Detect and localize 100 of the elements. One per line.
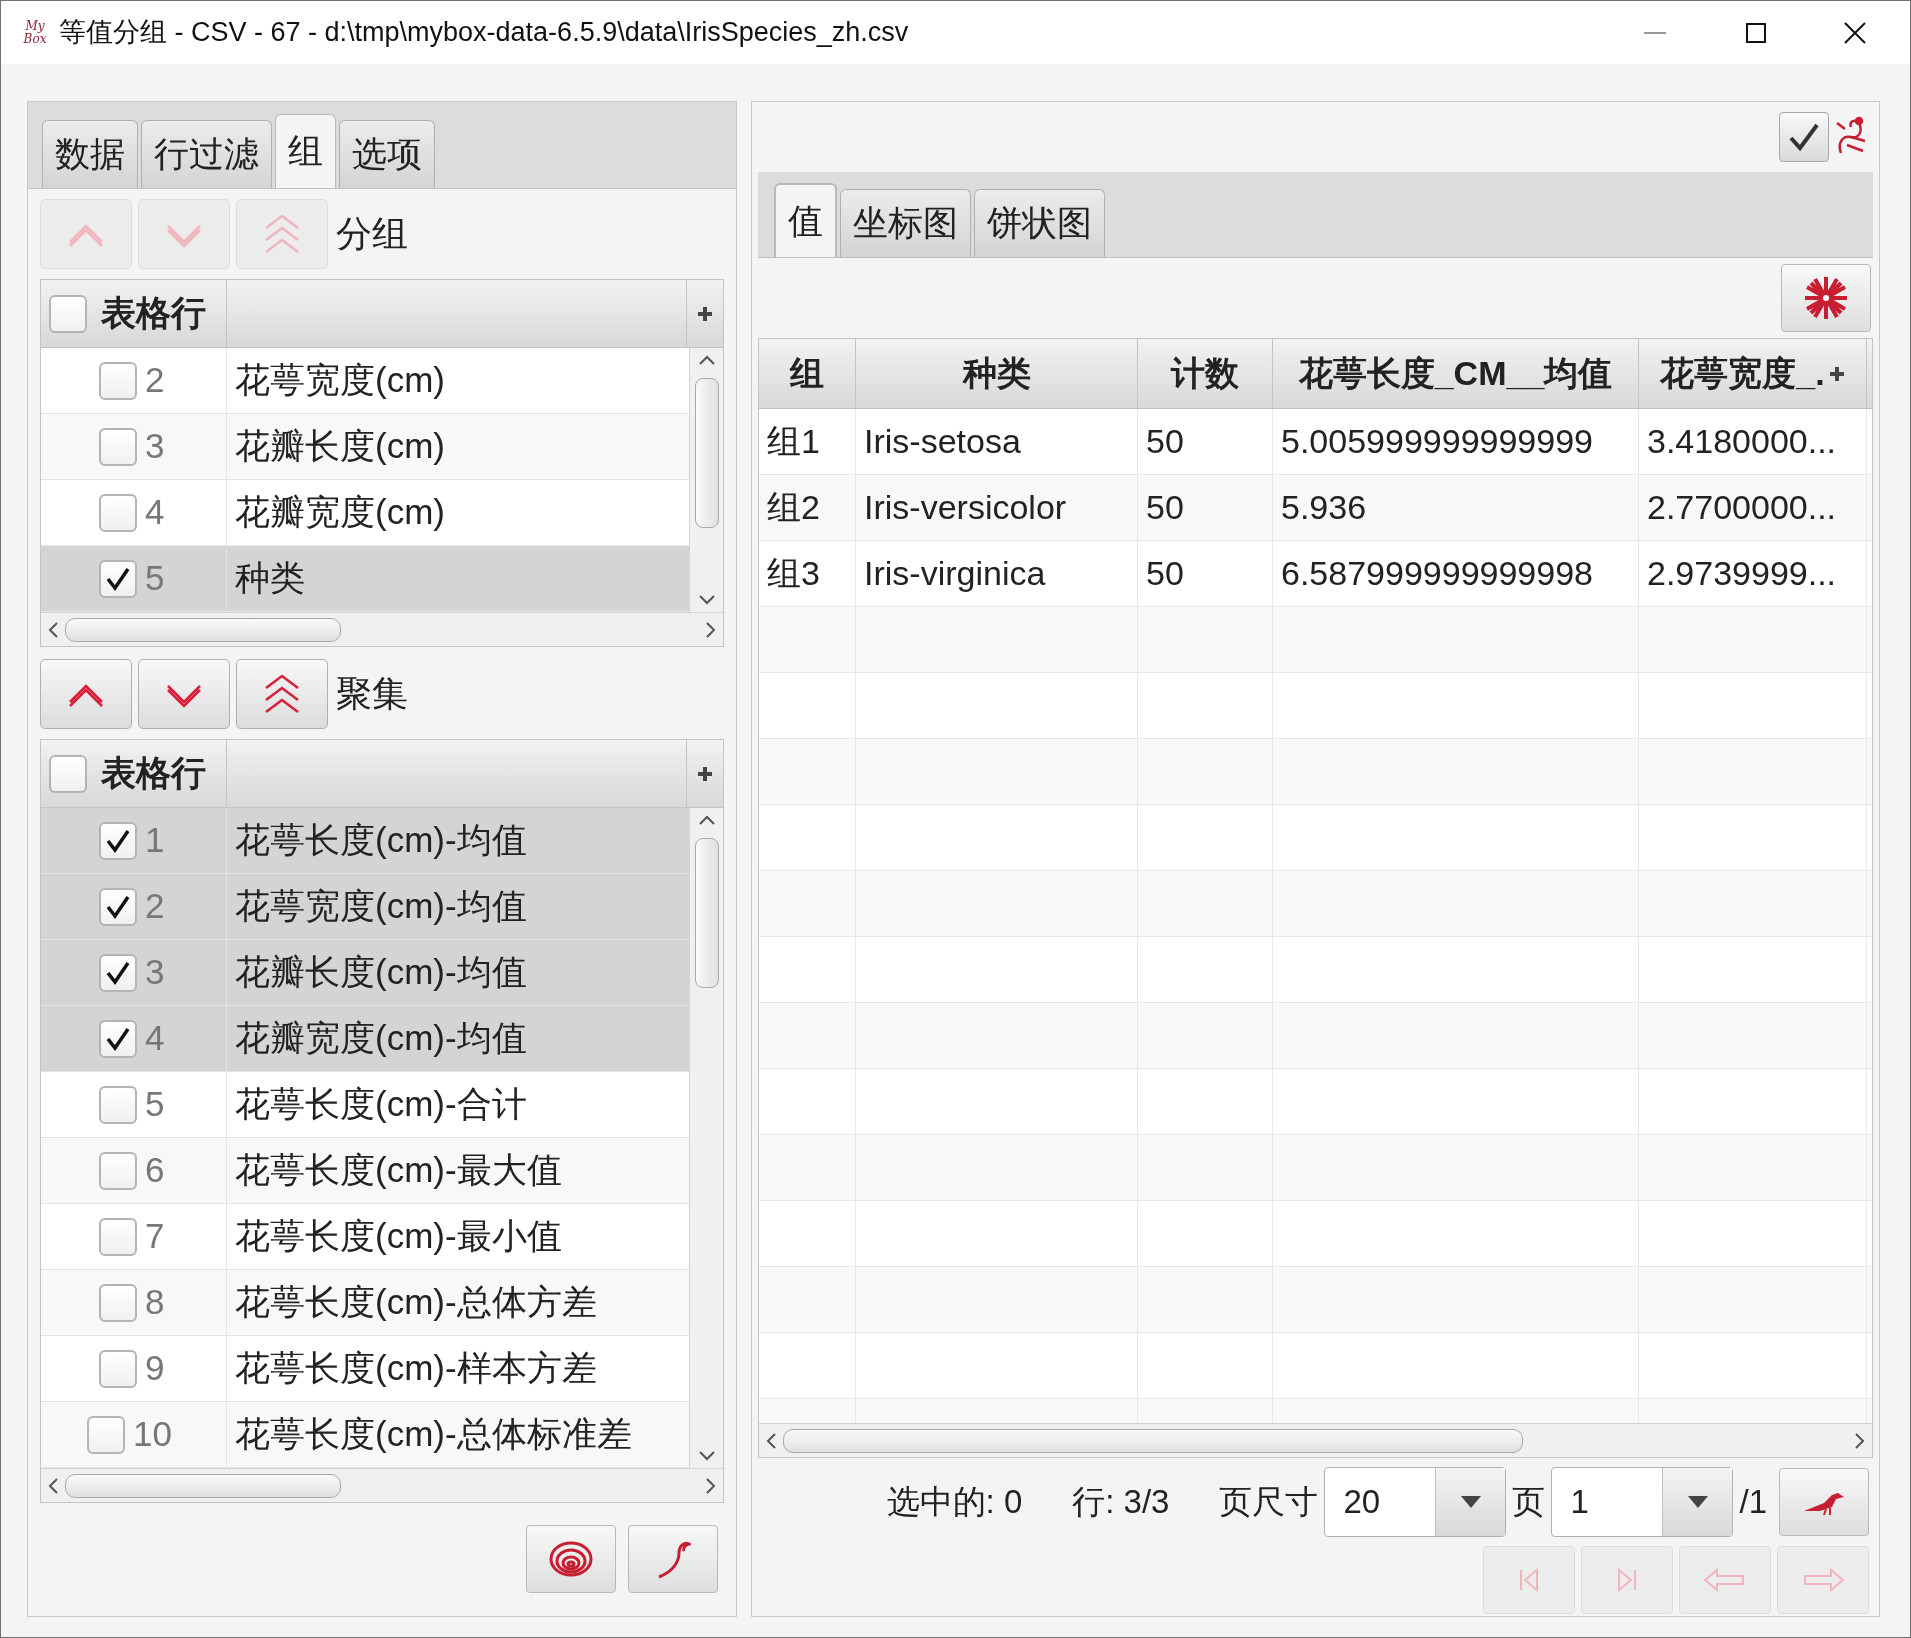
table-cell-text: 花瓣宽度(cm)-均值 [235, 1017, 527, 1060]
row-count: 行: 3/3 [1072, 1482, 1170, 1523]
table-cell-text: 组1 [767, 421, 820, 462]
checkbox[interactable] [99, 821, 137, 860]
check-icon [105, 565, 131, 592]
plus-icon[interactable] [697, 765, 713, 782]
table-cell-text: 组3 [767, 553, 820, 594]
scroll-right-icon[interactable] [705, 1476, 717, 1495]
scroll-thumb[interactable] [694, 378, 719, 528]
column-header[interactable]: 计数 [1171, 348, 1239, 399]
plus-icon[interactable] [697, 305, 713, 322]
column-header[interactable]: 花萼长度_CM__均值 [1298, 348, 1613, 399]
flower-icon [1803, 275, 1849, 321]
plus-icon[interactable] [1828, 365, 1845, 382]
tab[interactable]: 饼状图 [974, 189, 1105, 257]
table-cell-text: Iris-setosa [864, 421, 1021, 462]
column-header[interactable]: 花萼宽度_. [1660, 348, 1825, 399]
scroll-up-icon[interactable] [697, 354, 716, 366]
table-cell-text: 花萼长度(cm)-样本方差 [235, 1347, 597, 1390]
move-up-button[interactable] [40, 659, 132, 729]
table-cell-text: 花萼长度(cm)-最小值 [235, 1215, 562, 1258]
table-cell-text: 花萼长度(cm)-总体方差 [235, 1281, 597, 1324]
tab[interactable]: 组 [275, 114, 336, 188]
table-cell-text: 组2 [767, 487, 820, 528]
scroll-down-icon[interactable] [697, 594, 716, 606]
row-number: 5 [145, 1083, 166, 1126]
table-cell-text: 种类 [235, 557, 305, 600]
checkbox[interactable] [99, 887, 137, 926]
swirl-button[interactable] [628, 1525, 718, 1593]
row-number: 7 [145, 1215, 166, 1258]
go-button[interactable] [1779, 1468, 1869, 1536]
section-label: 分组 [336, 212, 408, 256]
checkbox[interactable] [99, 1151, 137, 1190]
right-arrow-icon [1801, 1568, 1845, 1592]
scroll-down-icon[interactable] [697, 1450, 716, 1462]
table-cell-text: Iris-virginica [864, 553, 1046, 594]
checkbox[interactable] [99, 1283, 137, 1322]
move-top-button[interactable] [236, 659, 328, 729]
checkbox[interactable] [49, 754, 87, 793]
page-dropdown[interactable]: 1 [1551, 1467, 1734, 1537]
tab[interactable]: 行过滤 [141, 120, 272, 188]
table-cell-text: 花瓣宽度(cm) [235, 491, 445, 534]
table-cell-text: 6.587999999999998 [1281, 553, 1593, 594]
check-icon [1788, 122, 1820, 152]
last-page-icon [1615, 1568, 1639, 1592]
scroll-up-icon[interactable] [697, 814, 716, 826]
page-total: /1 [1739, 1482, 1767, 1523]
logo: My Box [22, 17, 48, 48]
maximize-icon[interactable] [1746, 22, 1766, 43]
table-cell-text: 5.936 [1281, 487, 1367, 528]
scroll-left-icon[interactable] [47, 1476, 59, 1495]
check-icon [105, 893, 131, 920]
row-number: 4 [145, 491, 166, 534]
tab[interactable]: 选项 [339, 120, 435, 188]
dropdown-arrow-icon [1687, 1496, 1708, 1508]
table-cell-text: 花萼宽度(cm)-均值 [235, 885, 527, 928]
tab[interactable]: 值 [774, 183, 837, 257]
table-cell-text: 50 [1146, 487, 1184, 528]
page-size-label: 页尺寸 [1219, 1482, 1319, 1523]
close-icon[interactable] [1844, 21, 1866, 44]
tab[interactable]: 坐标图 [840, 189, 971, 257]
table-cell-text: Iris-versicolor [864, 487, 1067, 528]
spiral-button[interactable] [526, 1525, 616, 1593]
row-number: 3 [145, 951, 166, 994]
checkbox[interactable] [99, 1085, 137, 1124]
checkbox[interactable] [99, 1217, 137, 1256]
scroll-thumb[interactable] [65, 1473, 341, 1498]
scroll-left-icon[interactable] [47, 620, 59, 639]
scroll-right-icon[interactable] [705, 620, 717, 639]
checkbox[interactable] [99, 953, 137, 992]
spiral-icon [549, 1541, 593, 1577]
tab[interactable]: 数据 [42, 120, 138, 188]
column-header: 表格行 [101, 292, 206, 335]
scroll-thumb[interactable] [783, 1428, 1523, 1453]
confirm-button[interactable] [1779, 112, 1829, 162]
table-cell-text: 50 [1146, 553, 1184, 594]
table-cell-text: 花萼长度(cm)-均值 [235, 819, 527, 862]
table-cell-text: 花萼长度(cm)-合计 [235, 1083, 527, 1126]
table-cell-text: 花瓣长度(cm) [235, 425, 445, 468]
page-size-dropdown[interactable]: 20 [1324, 1467, 1507, 1537]
table-cell-text: 3.4180000... [1647, 421, 1837, 462]
scroll-left-icon[interactable] [765, 1431, 777, 1450]
column-header[interactable]: 组 [790, 348, 824, 399]
checkbox[interactable] [99, 1349, 137, 1388]
checkbox[interactable] [87, 1415, 125, 1454]
scroll-thumb[interactable] [694, 838, 719, 988]
column-header[interactable]: 种类 [962, 348, 1031, 399]
scroll-right-icon[interactable] [1854, 1431, 1866, 1450]
checkbox[interactable] [99, 1019, 137, 1058]
table-cell-text: 5.005999999999999 [1281, 421, 1593, 462]
table-cell-text: 花萼长度(cm)-总体标准差 [235, 1413, 632, 1456]
scroll-thumb[interactable] [65, 617, 341, 642]
row-number: 5 [145, 557, 166, 600]
page-label: 页 [1512, 1482, 1546, 1523]
table-cell-text: 50 [1146, 421, 1184, 462]
row-number: 4 [145, 1017, 166, 1060]
dropdown-arrow-icon [1460, 1496, 1481, 1508]
row-number: 8 [145, 1281, 166, 1324]
flower-button[interactable] [1781, 264, 1871, 332]
move-down-button[interactable] [138, 659, 230, 729]
